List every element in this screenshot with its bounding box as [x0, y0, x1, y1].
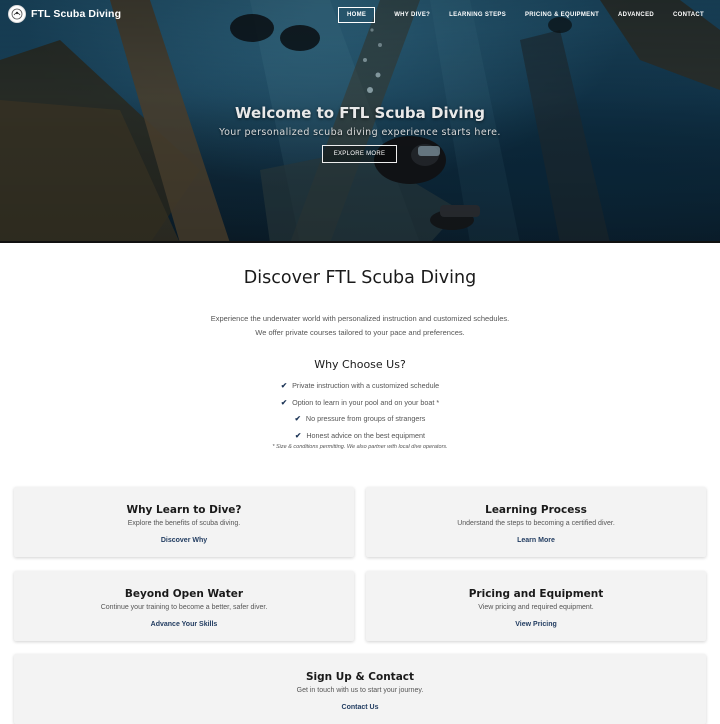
card-title: Beyond Open Water [124, 588, 244, 600]
card-why-learn: Why Learn to Dive? Explore the benefits … [14, 487, 354, 557]
about-line: Experience the underwater world with per… [210, 314, 510, 323]
hero-subtitle: Your personalized scuba diving experienc… [219, 127, 501, 138]
brand-name: FTL Scuba Diving [31, 8, 122, 20]
about-text: Experience the underwater world with per… [0, 312, 720, 340]
list-item-text: Honest advice on the best equipment [306, 431, 425, 441]
list-item-text: Private instruction with a customized sc… [292, 381, 440, 390]
card-description: Continue your training to become a bette… [100, 604, 268, 611]
list-item: ✔ Option to learn in your pool and on you… [0, 398, 720, 415]
card-description: View pricing and required equipment. [478, 604, 594, 611]
check-icon: ✔ [280, 381, 288, 390]
explore-more-button[interactable]: EXPLORE MORE [322, 145, 397, 163]
brand[interactable]: FTL Scuba Diving [8, 5, 121, 23]
hero-divider [0, 241, 720, 243]
nav-item-contact[interactable]: CONTACT [673, 12, 704, 18]
hero-title: Welcome to FTL Scuba Diving [235, 104, 485, 122]
nav-item-why-dive[interactable]: WHY DIVE? [394, 12, 430, 18]
list-item: ✔ No pressure from groups of strangers [0, 414, 720, 431]
top-nav: FTL Scuba Diving HOME WHY DIVE? LEARNING… [0, 0, 720, 30]
contact-us-link[interactable]: Contact Us [14, 704, 706, 711]
hero-section: FTL Scuba Diving HOME WHY DIVE? LEARNING… [0, 0, 720, 243]
list-item-text: No pressure from groups of strangers [305, 414, 426, 424]
nav-item-advanced[interactable]: ADVANCED [618, 12, 654, 18]
card-learning-process: Learning Process Understand the steps to… [366, 487, 706, 557]
nav-item-home[interactable]: HOME [337, 7, 376, 23]
view-pricing-link[interactable]: View Pricing [366, 621, 706, 628]
card-beyond-open-water: Beyond Open Water Continue your training… [14, 571, 354, 641]
card-title: Why Learn to Dive? [126, 504, 242, 516]
card-title: Pricing and Equipment [468, 588, 604, 600]
list-item: ✔ Private instruction with a customized s… [0, 381, 720, 398]
learn-more-link[interactable]: Learn More [366, 537, 706, 544]
card-title: Sign Up & Contact [305, 671, 415, 683]
check-icon: ✔ [294, 414, 301, 424]
advance-skills-link[interactable]: Advance Your Skills [14, 621, 354, 628]
discover-why-link[interactable]: Discover Why [14, 537, 354, 544]
nav-item-learning-steps[interactable]: LEARNING STEPS [449, 12, 506, 18]
footnote: * Size & conditions permitting. We also … [272, 444, 448, 450]
nav-links: HOME WHY DIVE? LEARNING STEPS PRICING & … [337, 7, 704, 23]
card-title: Learning Process [485, 504, 587, 516]
card-description: Understand the steps to becoming a certi… [457, 520, 615, 527]
card-pricing-equipment: Pricing and Equipment View pricing and r… [366, 571, 706, 641]
why-choose-list: ✔ Private instruction with a customized s… [0, 381, 720, 448]
card-description: Get in touch with us to start your journ… [296, 687, 424, 694]
about-title: Discover FTL Scuba Diving [243, 268, 477, 288]
card-signup-contact: Sign Up & Contact Get in touch with us t… [14, 654, 706, 724]
logo-icon [8, 5, 26, 23]
check-icon: ✔ [280, 397, 288, 407]
check-icon: ✔ [295, 431, 302, 441]
list-item-text: Option to learn in your pool and on your… [292, 397, 440, 407]
nav-item-pricing-equipment[interactable]: PRICING & EQUIPMENT [525, 12, 599, 18]
card-description: Explore the benefits of scuba diving. [127, 520, 241, 527]
about-line: We offer private courses tailored to you… [255, 328, 465, 337]
why-choose-title: Why Choose Us? [314, 358, 406, 371]
